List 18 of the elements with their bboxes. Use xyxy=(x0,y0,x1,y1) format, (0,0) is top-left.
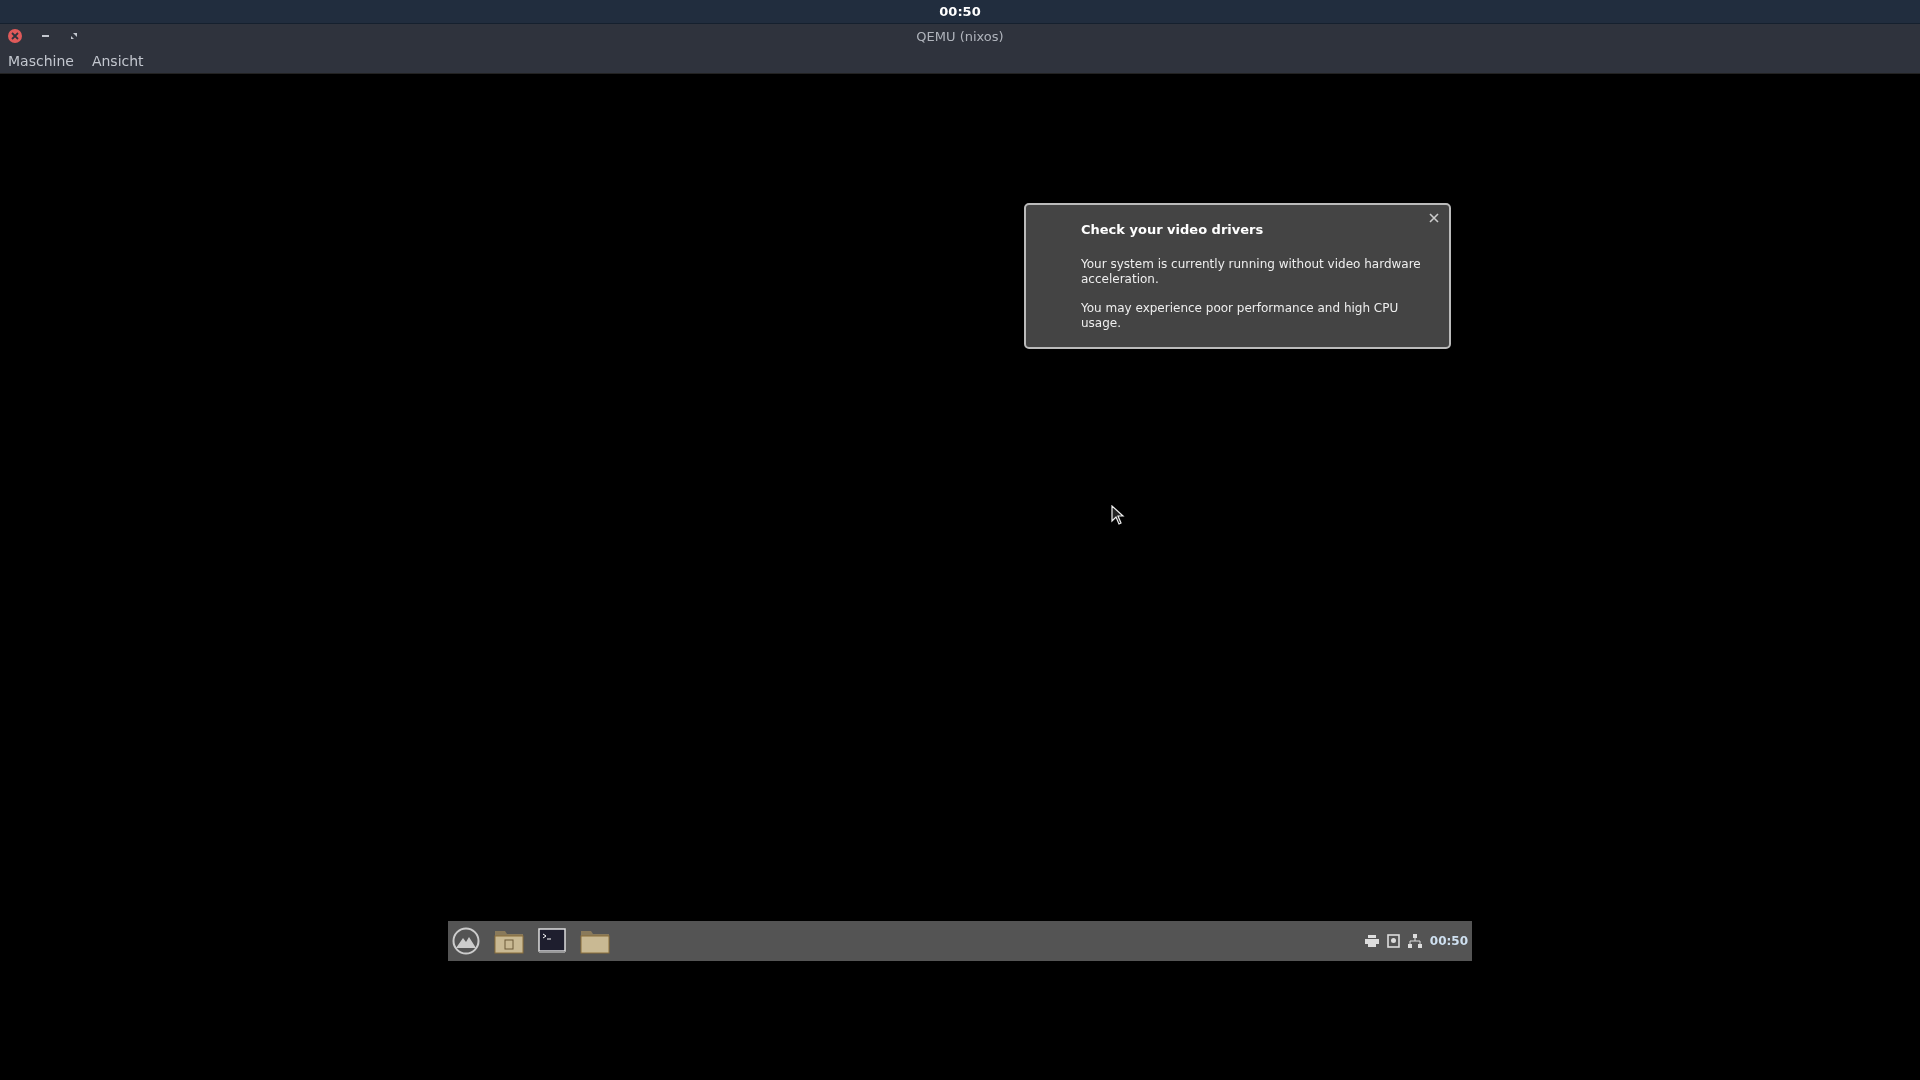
folder-icon[interactable] xyxy=(494,928,524,954)
menu-item[interactable]: Ansicht xyxy=(87,52,148,69)
notification-text: Your system is currently running without video hardware acceleration. xyxy=(1081,257,1422,287)
printer-icon[interactable] xyxy=(1364,935,1379,947)
menu-item[interactable]: Maschine xyxy=(4,52,78,69)
window-title: QEMU (nixos) xyxy=(916,28,1004,44)
notification-title: Check your video drivers xyxy=(1081,222,1265,237)
notification-text: You may experience poor performance and high CPU usage. xyxy=(1081,301,1400,331)
mouse-pointer-icon xyxy=(1111,505,1125,525)
terminal-icon[interactable] xyxy=(538,928,566,954)
maximize-icon[interactable] xyxy=(71,33,77,39)
network-icon[interactable] xyxy=(1407,934,1422,948)
panel-clock[interactable]: 00:50 xyxy=(939,4,981,19)
folder-icon[interactable] xyxy=(580,928,610,954)
close-button[interactable] xyxy=(7,28,23,44)
taskbar-clock[interactable]: 00:50 xyxy=(1429,934,1468,948)
start-menu-button[interactable] xyxy=(452,927,480,955)
close-button[interactable] xyxy=(1429,213,1439,223)
